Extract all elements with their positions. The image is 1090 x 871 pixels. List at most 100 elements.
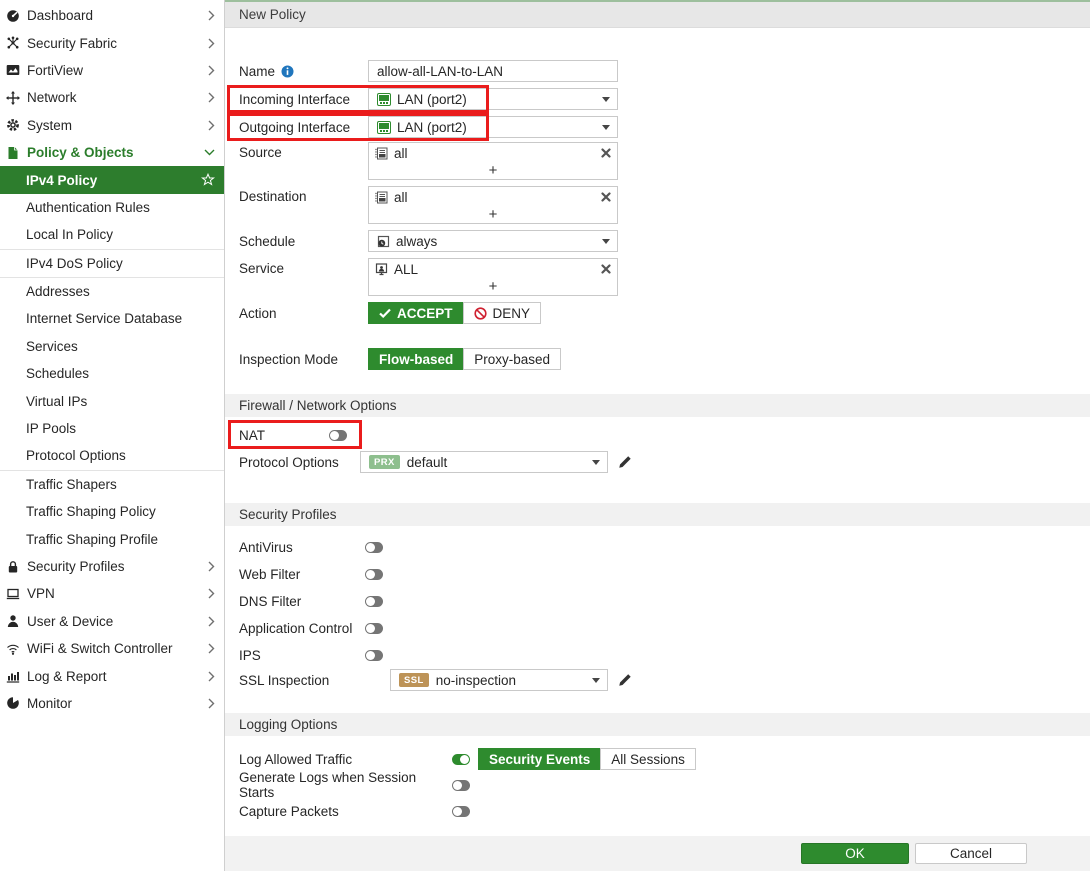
sidebar-item-user-device[interactable]: User & Device [0, 608, 224, 635]
sidebar-item-dashboard[interactable]: Dashboard [0, 2, 224, 29]
flow-based-button[interactable]: Flow-based [368, 348, 464, 370]
sidebar-item-virtual-ips[interactable]: Virtual IPs [0, 387, 224, 414]
nat-label: NAT [239, 428, 329, 443]
sidebar-item-traffic-shaping-profile[interactable]: Traffic Shaping Profile [0, 525, 224, 552]
remove-service-icon[interactable] [601, 264, 611, 274]
sidebar-item-addresses[interactable]: Addresses [0, 278, 224, 305]
sidebar-item-internet-service-database[interactable]: Internet Service Database [0, 305, 224, 332]
source-box: all + [368, 142, 618, 180]
add-service-button[interactable]: + [369, 279, 617, 295]
sidebar-item-policy-objects[interactable]: Policy & Objects [0, 139, 224, 166]
sidebar-item-system[interactable]: System [0, 112, 224, 139]
application-control-label: Application Control [239, 621, 365, 636]
sidebar-item-label: Schedules [26, 366, 215, 381]
application-control-toggle[interactable] [365, 623, 383, 634]
cancel-button[interactable]: Cancel [915, 843, 1027, 864]
flow-based-label: Flow-based [379, 352, 453, 367]
service-entry[interactable]: ALL [369, 259, 617, 279]
accept-button[interactable]: ACCEPT [368, 302, 464, 324]
sidebar-item-label: IPv4 Policy [26, 173, 201, 188]
sidebar-item-label: Security Profiles [27, 559, 208, 574]
dns-filter-toggle[interactable] [365, 596, 383, 607]
remove-destination-icon[interactable] [601, 192, 611, 202]
outgoing-interface-select[interactable]: LAN (port2) [368, 116, 618, 138]
outgoing-interface-row: Outgoing Interface LAN (port2) [225, 116, 1090, 138]
action-label: Action [239, 306, 368, 321]
inspection-mode-label: Inspection Mode [239, 352, 368, 367]
info-icon[interactable] [281, 65, 294, 78]
incoming-interface-label: Incoming Interface [239, 92, 368, 107]
nat-toggle[interactable] [329, 430, 347, 441]
sidebar-item-vpn[interactable]: VPN [0, 580, 224, 607]
fortigate-app: Dashboard Security FabricFortiView Network… [0, 0, 1090, 871]
ssl-inspection-select[interactable]: SSL no-inspection [390, 669, 608, 691]
action-buttons: ACCEPT DENY [368, 302, 541, 324]
sidebar-item-ipv4-policy[interactable]: IPv4 Policy [0, 166, 224, 193]
sidebar-item-label: IP Pools [26, 421, 215, 436]
name-label: Name [239, 64, 368, 79]
sidebar-item-protocol-options[interactable]: Protocol Options [0, 442, 224, 469]
sidebar-item-traffic-shaping-policy[interactable]: Traffic Shaping Policy [0, 498, 224, 525]
proxy-based-button[interactable]: Proxy-based [463, 348, 561, 370]
schedule-select[interactable]: always [368, 230, 618, 252]
outgoing-interface-label: Outgoing Interface [239, 120, 368, 135]
action-row: Action ACCEPT DENY [225, 302, 1090, 324]
sidebar-item-label: Dashboard [27, 8, 208, 23]
chevron-right-icon [208, 10, 215, 21]
firewall-network-options-header: Firewall / Network Options [225, 394, 1090, 417]
security-events-label: Security Events [489, 752, 590, 767]
add-source-button[interactable]: + [369, 163, 617, 179]
fortiview-icon [5, 63, 20, 78]
protocol-options-select[interactable]: PRX default [360, 451, 608, 473]
ssl-badge: SSL [399, 673, 429, 687]
generate-logs-toggle[interactable] [452, 780, 470, 791]
web-filter-toggle[interactable] [365, 569, 383, 580]
sidebar-item-schedules[interactable]: Schedules [0, 360, 224, 387]
remove-source-icon[interactable] [601, 148, 611, 158]
edit-ssl-inspection-icon[interactable] [618, 673, 632, 687]
add-destination-button[interactable]: + [369, 207, 617, 223]
sidebar-item-monitor[interactable]: Monitor [0, 690, 224, 717]
source-entry[interactable]: all [369, 143, 617, 163]
schedule-icon [377, 235, 390, 248]
log-allowed-traffic-toggle[interactable] [452, 754, 470, 765]
chevron-right-icon [208, 92, 215, 103]
sidebar-item-services[interactable]: Services [0, 333, 224, 360]
inspection-mode-buttons: Flow-based Proxy-based [368, 348, 561, 370]
antivirus-toggle[interactable] [365, 542, 383, 553]
accept-label: ACCEPT [397, 306, 453, 321]
sidebar-item-fortiview[interactable]: FortiView [0, 57, 224, 84]
sidebar-item-label: Virtual IPs [26, 394, 215, 409]
sidebar-item-local-in-policy[interactable]: Local In Policy [0, 221, 224, 248]
interface-icon [377, 121, 391, 134]
logging-options-header: Logging Options [225, 713, 1090, 736]
favorite-star-icon[interactable] [201, 173, 215, 187]
sidebar-item-traffic-shapers[interactable]: Traffic Shapers [0, 471, 224, 498]
deny-button[interactable]: DENY [463, 302, 542, 324]
generate-logs-label: Generate Logs when Session Starts [239, 770, 452, 800]
sidebar-item-security-fabric[interactable]: Security Fabric [0, 29, 224, 56]
security-profiles-icon [5, 559, 20, 574]
destination-entry[interactable]: all [369, 187, 617, 207]
ips-toggle[interactable] [365, 650, 383, 661]
sidebar-item-authentication-rules[interactable]: Authentication Rules [0, 194, 224, 221]
ok-button[interactable]: OK [801, 843, 909, 864]
incoming-interface-select[interactable]: LAN (port2) [368, 88, 618, 110]
security-events-button[interactable]: Security Events [478, 748, 601, 770]
name-input[interactable] [377, 64, 609, 79]
edit-protocol-options-icon[interactable] [618, 455, 632, 469]
sidebar-item-ipv4-dos-policy[interactable]: IPv4 DoS Policy [0, 250, 224, 277]
chevron-right-icon [208, 671, 215, 682]
all-sessions-button[interactable]: All Sessions [600, 748, 696, 770]
deny-label: DENY [493, 306, 531, 321]
sidebar-item-security-profiles[interactable]: Security Profiles [0, 553, 224, 580]
sidebar-item-network[interactable]: Network [0, 84, 224, 111]
sidebar-item-log-report[interactable]: Log & Report [0, 662, 224, 689]
sidebar-item-wifi-switch-controller[interactable]: WiFi & Switch Controller [0, 635, 224, 662]
chevron-down-icon [602, 125, 610, 130]
sidebar-item-ip-pools[interactable]: IP Pools [0, 415, 224, 442]
chevron-down-icon [592, 678, 600, 683]
sidebar-item-label: Network [27, 90, 208, 105]
policy-objects-icon [5, 145, 20, 160]
capture-packets-toggle[interactable] [452, 806, 470, 817]
